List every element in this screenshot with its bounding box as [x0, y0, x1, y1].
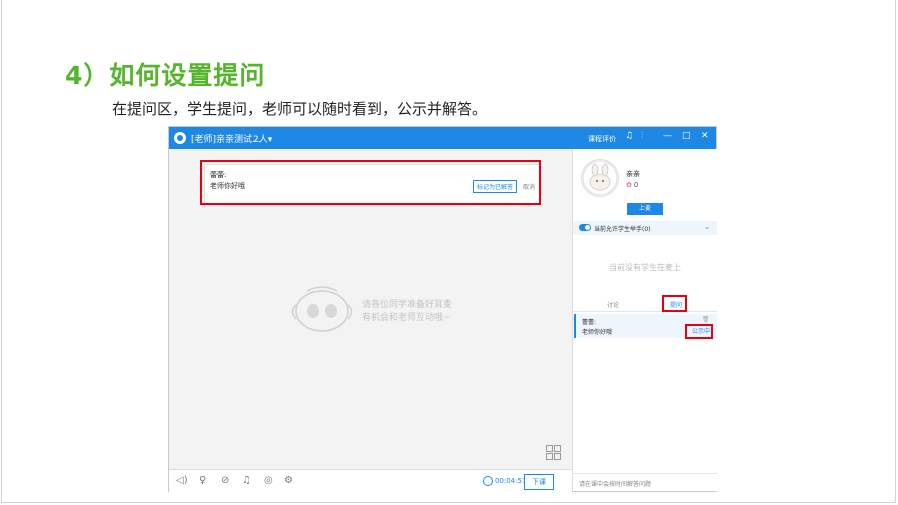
- microphone-icon[interactable]: ♀: [199, 475, 206, 486]
- window-title: [老师]亲亲测试...: [191, 135, 261, 145]
- question-item-message: 老师你好哦: [582, 329, 613, 336]
- tab-discussion[interactable]: 讨论: [607, 300, 619, 309]
- question-input-area[interactable]: 请在课中会按时间解答问题: [573, 473, 717, 492]
- title-bar: [老师]亲亲测试... 2人▾ 课程评价 ♫ ⫶ — □ ✕: [169, 127, 716, 149]
- settings-gear-icon[interactable]: ⚙: [284, 475, 293, 486]
- raise-hand-toggle[interactable]: [579, 224, 591, 231]
- flower-count-value: 0: [633, 181, 639, 189]
- main-area: 蕾蕾: 老师你好哦 标记为已解答 取消 请各位同学准备好耳麦 有机会和老师互动哦…: [169, 149, 572, 469]
- slide-subtitle: 在提问区，学生提问，老师可以随时看到，公示并解答。: [112, 100, 488, 118]
- flower-count: ✿ 0: [626, 181, 639, 189]
- bottom-toolbar: ◁) ♀ ⊘ ♫ ◎ ⚙ 00:04:57 下课: [169, 469, 572, 492]
- close-icon[interactable]: ✕: [701, 131, 709, 141]
- raise-hand-label: 当前允许学生举手(0): [594, 226, 651, 233]
- music-icon[interactable]: ♫: [242, 475, 251, 486]
- end-class-button[interactable]: 下课: [524, 474, 554, 490]
- raise-hand-toggle-row: 当前允许学生举手(0) ⌄: [573, 221, 717, 235]
- layout-grid-icon[interactable]: [546, 445, 561, 460]
- signal-icon: ⫶: [641, 131, 644, 141]
- maximize-icon[interactable]: □: [682, 131, 691, 141]
- empty-hint-line2: 有机会和老师互动哦~: [362, 313, 451, 323]
- timer-value: 00:04:57: [495, 477, 527, 485]
- mascot-illustration: [291, 286, 353, 332]
- go-on-stage-button[interactable]: 上麦: [627, 203, 663, 215]
- tab-divider: [573, 311, 717, 312]
- classroom-window: [老师]亲亲测试... 2人▾ 课程评价 ♫ ⫶ — □ ✕ 蕾蕾: 老师你好哦…: [168, 126, 717, 492]
- rate-course-link[interactable]: 课程评价: [588, 134, 616, 144]
- empty-hint-line1: 请各位同学准备好耳麦: [362, 300, 453, 310]
- highlight-box-question-card: [200, 160, 541, 205]
- class-timer: 00:04:57: [483, 476, 526, 486]
- user-name: 亲亲: [626, 170, 640, 178]
- camera-icon[interactable]: ⊘: [221, 475, 229, 486]
- clock-icon: [483, 476, 493, 486]
- highlight-box-publish: [685, 324, 713, 339]
- no-stage-text: 当前没有学生在麦上: [609, 263, 681, 272]
- minimize-icon[interactable]: —: [663, 131, 672, 141]
- right-sidebar: 亲亲 ✿ 0 上麦 当前允许学生举手(0) ⌄ 当前没有学生在麦上 讨论 提问 蕾…: [572, 149, 717, 491]
- avatar: [581, 159, 619, 197]
- people-count-dropdown[interactable]: 2人▾: [253, 132, 272, 145]
- slide-title: 4）如何设置提问: [65, 61, 266, 90]
- highlight-box-question-tab: [662, 295, 687, 312]
- sidebar-tabs: 讨论 提问: [573, 297, 717, 311]
- input-hint-text: 请在课中会按时间解答问题: [579, 481, 652, 488]
- app-logo-icon: [174, 132, 186, 144]
- headset-icon[interactable]: ♫: [625, 131, 633, 141]
- question-item-student-name: 蕾蕾:: [582, 319, 597, 326]
- record-icon[interactable]: ◎: [264, 475, 273, 486]
- delete-icon[interactable]: 🗑: [702, 316, 710, 323]
- speaker-icon[interactable]: ◁): [176, 475, 188, 486]
- chevron-down-icon[interactable]: ⌄: [704, 223, 710, 231]
